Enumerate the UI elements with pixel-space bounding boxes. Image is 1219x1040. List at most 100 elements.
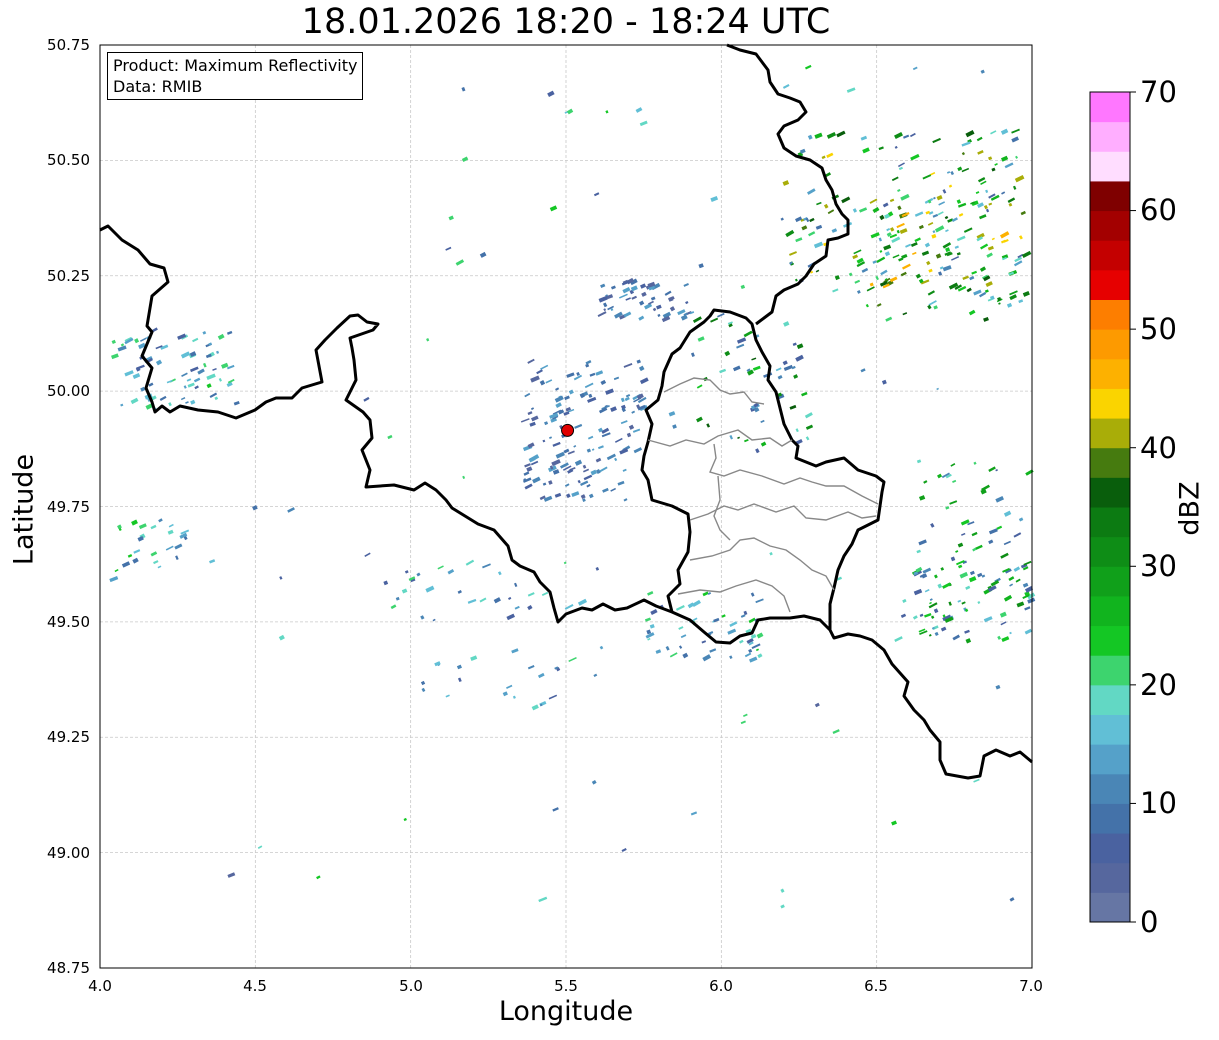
echo-pixel: [897, 205, 902, 211]
echo-pixel: [808, 231, 816, 237]
echo-pixel: [678, 626, 684, 630]
echo-pixel: [826, 152, 834, 158]
data-source-label: Data: RMIB: [113, 77, 203, 96]
echo-pixel: [950, 171, 955, 176]
echo-pixel: [985, 208, 990, 213]
echo-pixel: [769, 551, 773, 556]
echo-pixel: [203, 362, 207, 368]
echo-pixel: [465, 559, 475, 566]
echo-pixel: [792, 342, 797, 346]
radar-echoes: [109, 64, 1036, 909]
echo-pixel: [782, 84, 790, 89]
echo-pixel: [960, 532, 966, 536]
echo-pixel: [971, 531, 978, 537]
echo-pixel: [743, 330, 753, 338]
echo-pixel: [924, 612, 932, 618]
echo-pixel: [621, 847, 627, 853]
echo-pixel: [875, 275, 879, 281]
echo-pixel: [795, 354, 804, 362]
echo-pixel: [814, 702, 820, 708]
echo-pixel: [760, 419, 765, 424]
echo-pixel: [719, 368, 727, 374]
echo-pixel: [206, 383, 212, 389]
echo-pixel: [737, 436, 740, 440]
echo-pixel: [983, 204, 988, 210]
echo-pixel: [540, 364, 549, 370]
echo-pixel: [566, 108, 574, 115]
y-tick-label: 50.25: [47, 267, 90, 285]
echo-pixel: [127, 554, 133, 558]
x-tick-label: 6.5: [864, 977, 888, 995]
echo-pixel: [707, 591, 712, 595]
colorbar-segment: [1090, 744, 1130, 775]
colorbar-segment: [1090, 862, 1130, 893]
grid-lines: [99, 44, 1033, 969]
district-line: [647, 429, 793, 447]
echo-pixel: [744, 652, 752, 658]
echo-pixel: [963, 227, 973, 233]
echo-pixel: [420, 680, 426, 686]
echo-pixel: [933, 574, 938, 579]
echo-pixel: [537, 672, 545, 679]
echo-pixel: [998, 302, 1001, 305]
echo-pixel: [740, 284, 746, 290]
colorbar-segment: [1090, 121, 1130, 152]
echo-pixel: [644, 617, 651, 622]
echo-pixel: [750, 633, 757, 639]
echo-pixel: [897, 188, 901, 192]
echo-pixel: [175, 555, 179, 560]
echo-pixel: [710, 195, 719, 202]
echo-pixel: [682, 652, 689, 659]
echo-pixel: [946, 171, 951, 174]
echo-pixel: [168, 402, 172, 407]
echo-pixel: [986, 252, 993, 258]
echo-pixel: [591, 780, 597, 785]
colorbar-segment: [1090, 180, 1130, 212]
echo-pixel: [1000, 128, 1009, 135]
colorbar-tick-label: 0: [1140, 905, 1159, 939]
echo-pixel: [717, 312, 725, 318]
echo-pixel: [647, 637, 651, 641]
echo-pixel: [933, 608, 939, 614]
echo-pixel: [530, 415, 539, 422]
district-line: [677, 579, 791, 613]
echo-pixel: [620, 397, 625, 403]
echo-pixel: [854, 279, 861, 284]
echo-pixel: [625, 393, 631, 398]
echo-pixel: [186, 378, 192, 382]
echo-pixel: [595, 457, 602, 463]
echo-pixel: [1020, 210, 1026, 216]
echo-pixel: [665, 646, 670, 651]
echo-pixel: [603, 308, 607, 312]
echo-pixel: [544, 421, 549, 426]
echo-pixel: [861, 267, 869, 273]
colorbar-segment: [1090, 892, 1130, 923]
echo-pixel: [566, 493, 571, 499]
echo-pixel: [595, 566, 600, 571]
echo-pixel: [639, 300, 645, 306]
echo-pixel: [922, 567, 932, 574]
product-label: Product: Maximum Reflectivity: [113, 56, 358, 75]
echo-pixel: [860, 368, 866, 373]
echo-pixel: [640, 283, 647, 289]
echo-pixel: [462, 475, 466, 479]
echo-pixel: [638, 315, 645, 321]
echo-pixel: [995, 468, 998, 472]
echo-pixel: [881, 379, 887, 385]
echo-pixel: [403, 817, 407, 822]
echo-pixel: [363, 396, 370, 402]
echo-pixel: [181, 372, 188, 378]
echo-pixel: [805, 64, 812, 70]
echo-pixel: [995, 684, 1001, 690]
echo-pixel: [751, 357, 757, 361]
echo-pixel: [805, 424, 814, 430]
echo-pixel: [150, 524, 157, 530]
echo-pixel: [988, 202, 993, 206]
echo-pixel: [527, 358, 535, 364]
echo-pixel: [506, 613, 515, 621]
echo-pixel: [631, 295, 637, 300]
echo-pixel: [794, 278, 798, 282]
echo-pixel: [869, 282, 874, 287]
echo-pixel: [980, 69, 985, 74]
echo-pixel: [902, 263, 911, 270]
